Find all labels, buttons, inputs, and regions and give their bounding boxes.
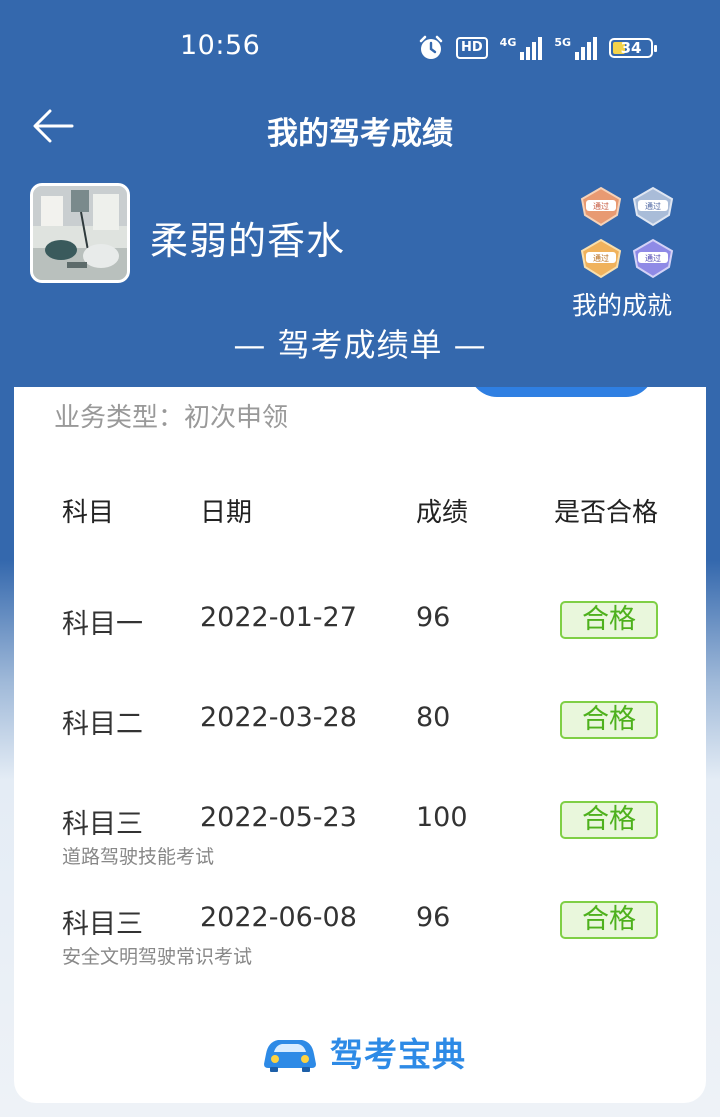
badge-icon: 通过 [632,186,674,227]
row-subject: 科目二 [62,709,143,740]
business-type: 业务类型：初次申领 [54,403,289,433]
hd-icon: HD [456,37,488,59]
section-title: — 驾考成绩单 — [233,326,487,364]
pass-badge[interactable]: 合格 [560,801,658,839]
pass-badge[interactable]: 合格 [560,901,658,939]
row-subject: 科目三 [62,909,143,940]
brand-logo: 驾考宝典 [260,1027,466,1077]
score-card: 业务类型：初次申领 科目 日期 成绩 是否合格 科目一 2022-01-27 9… [14,387,706,1103]
row-date: 2022-06-08 [200,902,357,933]
row-date: 2022-03-28 [200,702,357,733]
page-title: 我的驾考成绩 [267,116,453,152]
pass-badge[interactable]: 合格 [560,701,658,739]
signal-icon-2: 5G [554,36,598,60]
battery-level: 34 [620,39,642,57]
row-subject: 科目一 [62,609,143,640]
row-note: 安全文明驾驶常识考试 [62,946,253,968]
nav-bar: 我的驾考成绩 [0,96,720,160]
achievements-link[interactable]: 我的成就 [572,286,672,322]
pass-badge[interactable]: 合格 [560,601,658,639]
badge-icon: 通过 [580,238,622,279]
badge-text: 通过 [593,201,609,211]
avatar-image [33,186,127,280]
badge-icon: 通过 [632,238,674,279]
car-icon [264,1040,316,1072]
badge-text: 通过 [593,253,609,263]
row-date: 2022-01-27 [200,602,357,633]
battery-icon: 34 [609,38,658,58]
badge-text: 通过 [645,201,661,211]
avatar[interactable] [30,183,130,283]
username: 柔弱的香水 [150,219,346,263]
row-score: 96 [416,902,451,933]
status-icons: HD 4G 5G 34 [418,33,658,63]
row-note: 道路驾驶技能考试 [62,846,215,868]
header-score: 成绩 [416,498,469,528]
badge-icon: 通过 [580,186,622,227]
status-time: 10:56 [180,30,261,61]
row-date: 2022-05-23 [200,802,357,833]
header-pass: 是否合格 [554,498,659,528]
badge-text: 通过 [645,253,661,263]
network-4g-label: 4G [499,36,517,49]
signal-icon: 4G [500,36,543,60]
header-date: 日期 [200,498,253,528]
status-bar: 10:56 HD 4G 5G 34 [0,0,720,96]
row-subject: 科目三 [62,809,143,840]
brand-name: 驾考宝典 [330,1035,466,1074]
alarm-icon [419,35,443,59]
row-score: 80 [416,702,451,733]
header-subject: 科目 [62,498,115,528]
row-score: 96 [416,602,451,633]
card-tab[interactable] [469,387,654,397]
row-score: 100 [416,802,468,833]
network-5g-label: 5G [554,36,572,49]
